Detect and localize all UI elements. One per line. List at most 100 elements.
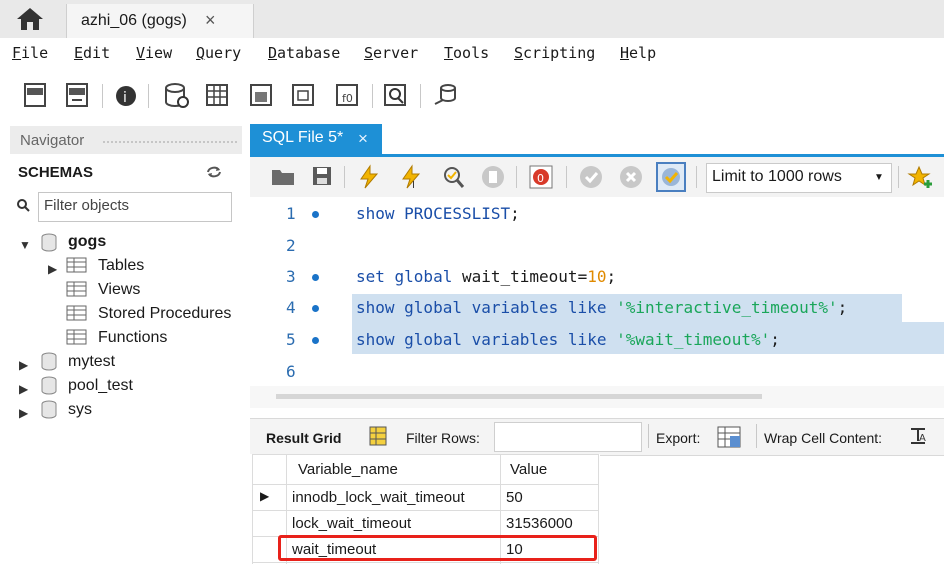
menu-server[interactable]: Server bbox=[364, 44, 418, 62]
expand-caret-icon[interactable]: ▶ bbox=[19, 406, 28, 420]
new-sql-tab-icon[interactable] bbox=[22, 80, 50, 110]
wrap-cell-icon[interactable]: A bbox=[908, 426, 928, 446]
create-schema-icon[interactable] bbox=[162, 80, 190, 110]
menu-database[interactable]: Database bbox=[268, 44, 340, 62]
code-line[interactable]: show global variables like '%interactive… bbox=[356, 298, 847, 317]
search-table-data-icon[interactable] bbox=[382, 80, 410, 110]
refresh-icon[interactable] bbox=[205, 164, 223, 180]
column-header-value[interactable]: Value bbox=[510, 461, 547, 478]
toggle-error-icon[interactable]: 0 bbox=[528, 164, 554, 190]
export-icon[interactable] bbox=[716, 424, 744, 450]
add-snippet-icon[interactable] bbox=[906, 164, 936, 190]
home-icon[interactable] bbox=[14, 6, 46, 32]
menu-help[interactable]: Help bbox=[620, 44, 656, 62]
export-label: Export: bbox=[656, 430, 701, 446]
code-token: set global bbox=[356, 267, 462, 286]
create-procedure-icon[interactable] bbox=[290, 80, 318, 110]
explain-icon[interactable] bbox=[440, 164, 466, 190]
table-cell[interactable]: 50 bbox=[506, 489, 523, 506]
result-grid-label[interactable]: Result Grid bbox=[266, 430, 341, 446]
commit-icon[interactable] bbox=[578, 164, 604, 190]
table-cell[interactable]: innodb_lock_wait_timeout bbox=[292, 489, 465, 506]
menu-scripting[interactable]: Scripting bbox=[514, 44, 595, 62]
menu-view[interactable]: View bbox=[136, 44, 172, 62]
statement-marker-icon bbox=[312, 337, 319, 344]
toolbar-separator bbox=[696, 166, 697, 188]
collapse-caret-icon[interactable]: ▼ bbox=[19, 238, 31, 252]
stop-icon[interactable] bbox=[480, 164, 506, 190]
schema-mytest[interactable]: mytest bbox=[68, 353, 115, 371]
execute-current-icon[interactable]: I bbox=[398, 164, 424, 191]
statement-marker-icon bbox=[312, 211, 319, 218]
sql-file-tab-label: SQL File 5* bbox=[262, 129, 344, 146]
wrap-cell-content-label: Wrap Cell Content: bbox=[764, 430, 883, 446]
dropdown-arrow-icon[interactable]: ▼ bbox=[874, 172, 884, 183]
svg-text:0: 0 bbox=[537, 172, 544, 185]
menu-tools[interactable]: Tools bbox=[444, 44, 489, 62]
schema-gogs[interactable]: gogs bbox=[68, 233, 106, 251]
inspector-icon[interactable]: i bbox=[112, 80, 140, 110]
grid-line bbox=[252, 454, 598, 455]
line-number: 1 bbox=[286, 204, 296, 223]
schema-pool-test[interactable]: pool_test bbox=[68, 377, 133, 395]
code-token: '%interactive_timeout%' bbox=[616, 298, 838, 317]
close-tab-icon[interactable]: × bbox=[205, 10, 216, 31]
create-view-icon[interactable] bbox=[248, 80, 276, 110]
tree-item-tables[interactable]: Tables bbox=[98, 257, 144, 275]
filter-objects-placeholder: Filter objects bbox=[44, 197, 130, 214]
statement-marker-icon bbox=[312, 274, 319, 281]
main-toolbar bbox=[0, 72, 944, 118]
menu-file[interactable]: File bbox=[12, 44, 48, 62]
database-icon bbox=[40, 352, 58, 372]
code-token: show global variables like bbox=[356, 298, 617, 317]
table-cell[interactable]: 31536000 bbox=[506, 515, 573, 532]
expand-caret-icon[interactable]: ▶ bbox=[19, 358, 28, 372]
database-icon bbox=[40, 233, 58, 253]
execute-icon[interactable] bbox=[356, 164, 382, 190]
tree-item-functions[interactable]: Functions bbox=[98, 329, 167, 347]
toolbar-separator bbox=[648, 424, 649, 448]
result-grid-icon[interactable] bbox=[368, 425, 390, 447]
line-number: 4 bbox=[286, 298, 296, 317]
line-number: 2 bbox=[286, 236, 296, 255]
open-folder-icon[interactable] bbox=[270, 164, 296, 188]
toolbar-separator bbox=[420, 84, 421, 108]
filter-rows-input[interactable] bbox=[494, 422, 642, 452]
schema-sys[interactable]: sys bbox=[68, 401, 92, 419]
svg-text:f0: f0 bbox=[342, 92, 353, 105]
column-header-variable-name[interactable]: Variable_name bbox=[298, 461, 398, 478]
code-token: ; bbox=[510, 204, 520, 223]
rollback-icon[interactable] bbox=[618, 164, 644, 190]
table-cell[interactable]: lock_wait_timeout bbox=[292, 515, 411, 532]
line-number: 3 bbox=[286, 267, 296, 286]
grid-line bbox=[252, 484, 598, 485]
svg-text:i: i bbox=[123, 90, 127, 106]
save-icon[interactable] bbox=[310, 164, 334, 188]
highlight-box bbox=[278, 535, 597, 561]
line-number: 6 bbox=[286, 362, 296, 381]
menu-edit[interactable]: Edit bbox=[74, 44, 110, 62]
svg-text:A: A bbox=[919, 433, 926, 444]
tree-item-views[interactable]: Views bbox=[98, 281, 140, 299]
expand-caret-icon[interactable]: ▶ bbox=[48, 262, 57, 276]
create-table-icon[interactable] bbox=[204, 80, 232, 110]
create-function-icon[interactable]: f0 bbox=[334, 80, 362, 110]
autocommit-toggle-icon[interactable] bbox=[656, 162, 686, 192]
sql-file-tab[interactable]: SQL File 5* × bbox=[250, 124, 382, 154]
code-token: ; bbox=[837, 298, 848, 317]
expand-caret-icon[interactable]: ▶ bbox=[19, 382, 28, 396]
code-line[interactable]: show global variables like '%wait_timeou… bbox=[356, 330, 780, 349]
open-sql-script-icon[interactable] bbox=[64, 80, 92, 110]
tree-item-stored-procedures[interactable]: Stored Procedures bbox=[98, 305, 231, 323]
database-icon bbox=[40, 376, 58, 396]
search-icon bbox=[16, 198, 30, 212]
menu-query[interactable]: Query bbox=[196, 44, 241, 62]
close-tab-icon[interactable]: × bbox=[358, 129, 368, 149]
reconnect-icon[interactable] bbox=[432, 80, 460, 110]
row-pointer-icon: ▶ bbox=[260, 489, 270, 503]
code-line[interactable]: set global wait_timeout=10; bbox=[356, 267, 616, 286]
code-line[interactable]: show PROCESSLIST; bbox=[356, 204, 520, 223]
connection-tab[interactable]: azhi_06 (gogs) × bbox=[66, 4, 254, 38]
horizontal-scrollbar[interactable] bbox=[276, 394, 762, 399]
functions-folder-icon bbox=[66, 328, 88, 346]
